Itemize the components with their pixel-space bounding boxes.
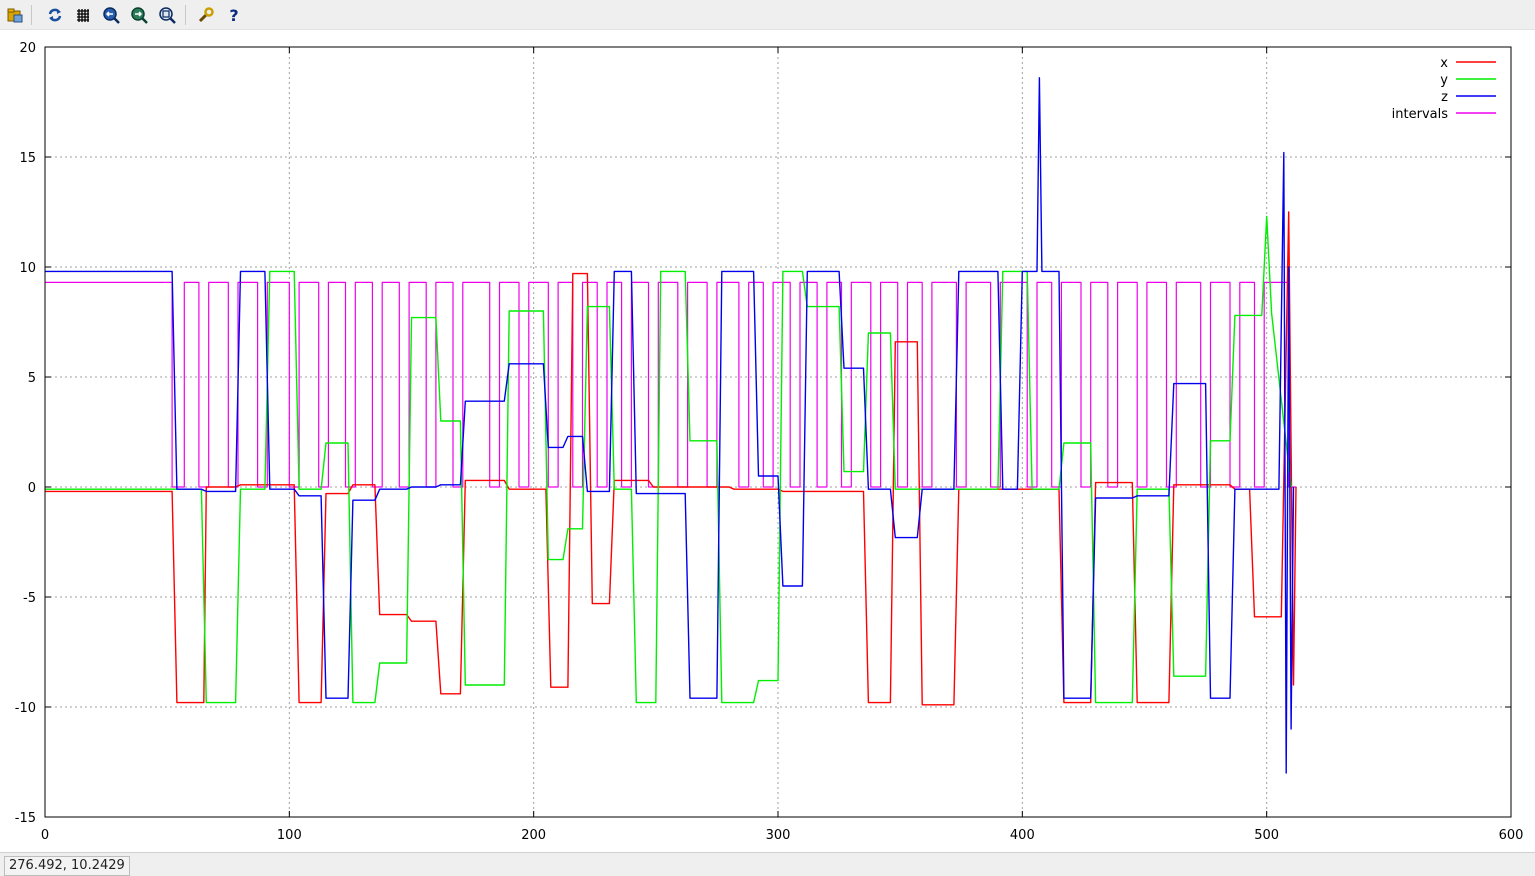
legend-label-x: x [1440, 56, 1448, 71]
replot-icon [48, 8, 62, 22]
grid-icon [77, 9, 89, 22]
y-tick-label: 5 [28, 371, 36, 386]
x-tick-label: 600 [1499, 828, 1524, 843]
line-chart[interactable]: 0 100 200 300 400 500 600 -15 -10 -5 0 5 10 15 20 xyzi… [0, 30, 1535, 852]
series-line-intervals [45, 281, 1296, 488]
toolbar: ? [0, 0, 1535, 30]
toolbar-separator [185, 5, 186, 25]
ticks: 0 100 200 300 400 500 600 -15 -10 -5 0 5 10 15 20 [15, 41, 1524, 843]
zoom-previous-button[interactable] [100, 4, 122, 26]
zoom-next-icon [131, 7, 148, 24]
y-tick-label: -15 [15, 811, 36, 826]
series-line-z [45, 77, 1295, 774]
x-tick-label: 500 [1254, 828, 1279, 843]
legend-label-y: y [1440, 73, 1448, 88]
x-tick-label: 400 [1010, 828, 1035, 843]
zoom-previous-icon [103, 7, 120, 24]
mouse-coordinates: 276.492, 10.2429 [4, 856, 130, 876]
help-icon: ? [229, 6, 238, 24]
export-button[interactable] [4, 4, 26, 26]
legend: xyz intervals [1392, 56, 1496, 122]
legend-label-z: z [1441, 90, 1448, 105]
plot-area[interactable]: 0 100 200 300 400 500 600 -15 -10 -5 0 5 10 15 20 xyzi… [0, 30, 1535, 852]
settings-button[interactable] [195, 4, 217, 26]
export-icon [7, 8, 23, 23]
y-tick-label: 15 [19, 151, 36, 166]
svg-text:?: ? [229, 6, 238, 24]
y-tick-label: 0 [28, 481, 36, 496]
zoom-autoscale-button[interactable] [156, 4, 178, 26]
grid-button[interactable] [72, 4, 94, 26]
replot-button[interactable] [44, 4, 66, 26]
y-tick-label: -5 [23, 591, 36, 606]
statusbar: 276.492, 10.2429 [0, 852, 1535, 876]
zoom-next-button[interactable] [128, 4, 150, 26]
zoom-autoscale-icon [159, 7, 176, 24]
y-tick-label: 20 [19, 41, 36, 56]
x-tick-label: 200 [521, 828, 546, 843]
help-button[interactable]: ? [223, 4, 245, 26]
legend-label-intervals: intervals [1392, 107, 1449, 122]
y-tick-label: 10 [19, 261, 36, 276]
x-tick-label: 100 [277, 828, 302, 843]
toolbar-separator [31, 5, 32, 25]
settings-icon [198, 7, 214, 23]
y-tick-label: -10 [15, 701, 36, 716]
x-tick-label: 0 [41, 828, 49, 843]
series-layer [45, 77, 1297, 774]
series-line-y [45, 215, 1292, 704]
x-tick-label: 300 [766, 828, 791, 843]
